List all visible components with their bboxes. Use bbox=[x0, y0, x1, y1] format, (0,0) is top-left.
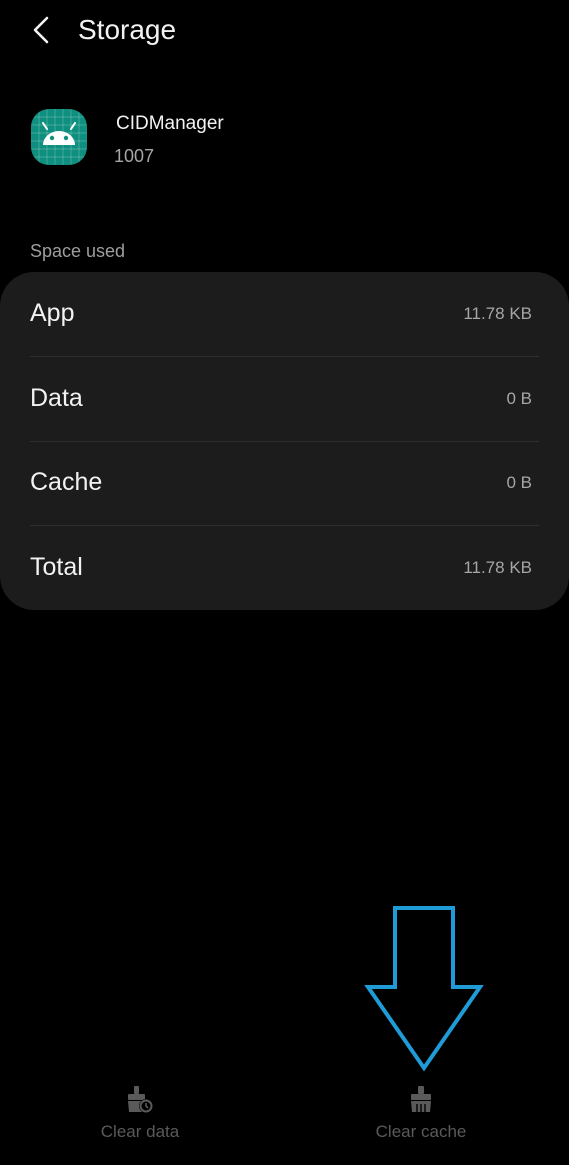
storage-row-data: Data 0 B bbox=[0, 357, 569, 441]
storage-card: App 11.78 KB Data 0 B Cache 0 B Total 11… bbox=[0, 272, 569, 610]
clear-cache-label: Clear cache bbox=[375, 1122, 467, 1141]
storage-row-value: 11.78 KB bbox=[463, 304, 532, 323]
back-button[interactable] bbox=[22, 10, 62, 50]
clear-data-label: Clear data bbox=[100, 1122, 180, 1141]
page-title: Storage bbox=[78, 14, 177, 45]
storage-row-label: Cache bbox=[30, 468, 103, 496]
storage-row-label: Data bbox=[30, 384, 83, 412]
annotation-down-arrow-icon bbox=[364, 906, 484, 1072]
bottom-action-bar: Clear data Clear cache bbox=[0, 1070, 569, 1165]
clear-data-icon bbox=[128, 1086, 153, 1113]
app-name: CIDManager bbox=[116, 113, 224, 134]
clear-cache-icon bbox=[411, 1086, 431, 1112]
space-used-label: Space used bbox=[30, 241, 126, 261]
storage-row-cache: Cache 0 B bbox=[0, 441, 569, 525]
storage-row-label: App bbox=[30, 299, 75, 327]
back-arrow-icon bbox=[33, 16, 49, 44]
storage-row-label: Total bbox=[30, 553, 83, 581]
storage-row-total: Total 11.78 KB bbox=[0, 526, 569, 610]
top-app-bar: Storage bbox=[0, 0, 569, 62]
storage-row-value: 0 B bbox=[506, 473, 532, 492]
android-robot-icon bbox=[31, 109, 87, 165]
clear-cache-button[interactable]: Clear cache bbox=[321, 1076, 521, 1151]
storage-row-app: App 11.78 KB bbox=[0, 272, 569, 356]
app-uid: 1007 bbox=[114, 146, 155, 166]
storage-row-value: 0 B bbox=[506, 389, 532, 408]
app-info-header: CIDManager 1007 bbox=[0, 100, 569, 180]
clear-data-button[interactable]: Clear data bbox=[40, 1076, 240, 1151]
storage-row-value: 11.78 KB bbox=[463, 558, 532, 577]
